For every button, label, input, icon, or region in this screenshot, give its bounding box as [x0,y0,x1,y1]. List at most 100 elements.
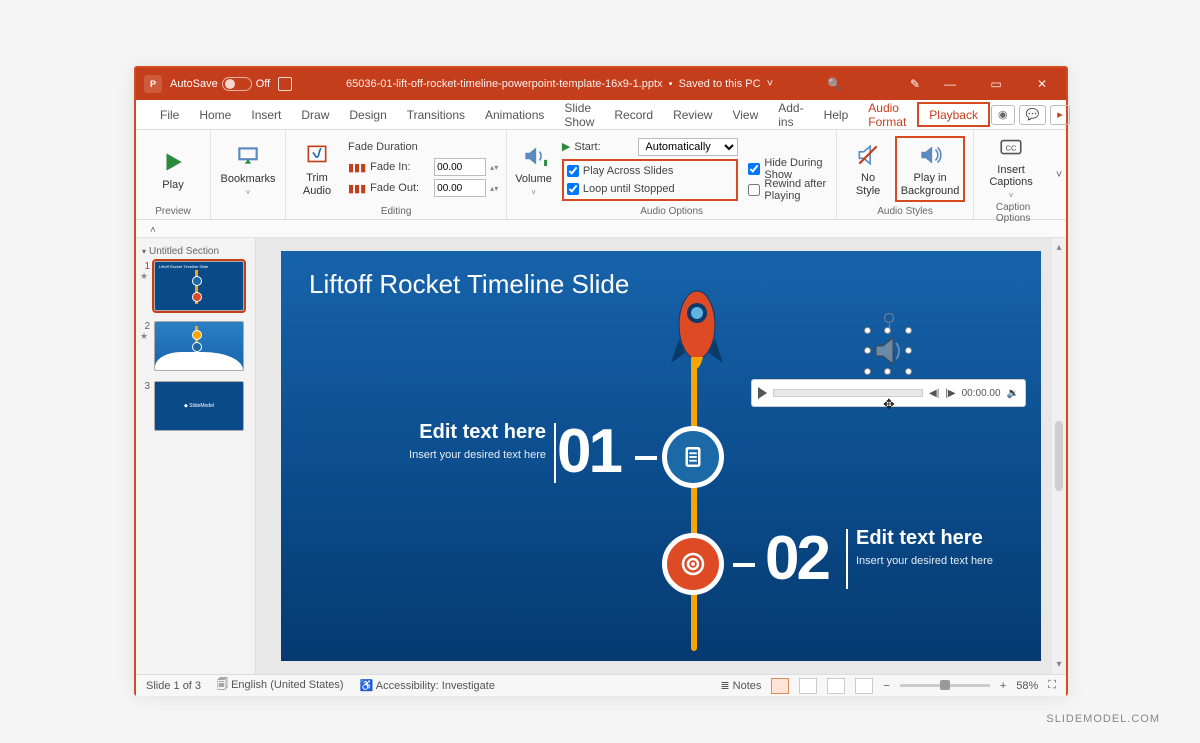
ribbon-collapse-button[interactable]: ˅ [1052,130,1066,219]
tab-design[interactable]: Design [339,100,396,129]
search-icon[interactable]: 🔍 [827,77,842,91]
title-bar: P AutoSave Off 65036-01-lift-off-rocket-… [136,68,1066,100]
play-in-background-icon [916,141,944,169]
rewind-after-playing-checkbox[interactable]: Rewind after Playing [748,181,828,199]
ribbon-tabs: File Home Insert Draw Design Transitions… [136,100,1066,130]
autosave-state: Off [256,78,270,90]
no-style-button[interactable]: No Style [845,136,891,202]
fit-to-window-button[interactable]: ⛶ [1048,679,1056,692]
slide-counter[interactable]: Slide 1 of 3 [146,680,201,692]
camera-mode-button[interactable]: ◉ [991,105,1015,125]
normal-view-button[interactable] [771,678,789,694]
autosave-label: AutoSave [170,78,218,90]
captions-icon: CC [997,134,1025,161]
tab-help[interactable]: Help [814,100,859,129]
start-combo[interactable]: Automatically [638,138,738,156]
powerpoint-icon: P [144,75,162,93]
play-across-slides-checkbox[interactable]: Play Across Slides [567,162,733,180]
thumbnail-2[interactable]: 2 ★ [140,321,251,371]
zoom-level[interactable]: 58% [1016,680,1038,692]
tab-record[interactable]: Record [604,100,663,129]
toggle-switch-icon[interactable] [222,77,252,91]
fade-duration-label: Fade Duration [348,141,498,153]
connector-1 [635,456,657,460]
audio-play-icon[interactable] [758,387,767,399]
share-button[interactable]: ▸ [1050,105,1070,125]
accessibility-status[interactable]: ♿ Accessibility: Investigate [360,679,495,692]
trim-audio-button[interactable]: Trim Audio [294,136,340,202]
fade-in-colorbar-icon: ▮▮▮ [348,161,366,174]
vertical-scrollbar[interactable]: ▴ ▾ [1052,238,1066,674]
tab-playback[interactable]: Playback [917,102,990,127]
group-audio-styles: No Style Play in Background Audio Styles [837,130,974,219]
group-bookmarks: Bookmarks ˅ [211,130,286,219]
svg-text:CC: CC [1006,144,1017,153]
trim-audio-icon [303,141,331,169]
ribbon-display-options[interactable]: ˅ [136,220,1066,238]
tab-addins[interactable]: Add-ins [768,100,813,129]
play-in-background-button[interactable]: Play in Background [895,136,965,202]
hide-during-show-checkbox[interactable]: Hide During Show [748,160,828,178]
restore-button[interactable]: ▭ [980,70,1012,98]
audio-prev-icon[interactable]: ◀| [929,388,939,399]
watermark: SLIDEMODEL.COM [1046,713,1160,725]
number-02[interactable]: 02 [765,523,828,594]
volume-icon: ▮ [520,142,548,170]
close-button[interactable]: ✕ [1026,70,1058,98]
audio-volume-icon[interactable]: 🔉 [1007,388,1019,399]
save-icon[interactable] [278,77,292,91]
tab-review[interactable]: Review [663,100,722,129]
group-caption-options: CC Insert Captions ˅ Caption Options [974,130,1052,219]
reading-view-button[interactable] [827,678,845,694]
autosave-toggle[interactable]: AutoSave Off [170,77,270,91]
bookmarks-button[interactable]: Bookmarks ˅ [219,136,277,202]
tab-transitions[interactable]: Transitions [397,100,475,129]
zoom-out-button[interactable]: − [883,680,889,692]
loop-until-stopped-checkbox[interactable]: Loop until Stopped [567,180,733,198]
tab-animations[interactable]: Animations [475,100,554,129]
item-2-text[interactable]: Edit text here Insert your desired text … [856,527,1026,568]
audio-object[interactable] [868,331,908,371]
minimize-button[interactable]: — [934,70,966,98]
thumbnail-3[interactable]: 3 ◆ SlideModel [140,381,251,431]
slide-canvas[interactable]: Liftoff Rocket Timeline Slide Edit text [256,238,1066,674]
insert-captions-button[interactable]: CC Insert Captions ˅ [982,134,1040,200]
group-preview: Play Preview [136,130,211,219]
group-editing: Trim Audio Fade Duration ▮▮▮ Fade In: ▴▾… [286,130,507,219]
rocket-icon[interactable] [667,283,727,388]
tab-view[interactable]: View [722,100,768,129]
audio-next-icon[interactable]: |▶ [945,388,955,399]
play-button[interactable]: Play [144,136,202,202]
item-1-text[interactable]: Edit text here Insert your desired text … [376,421,546,462]
language-status[interactable]: 🗐 English (United States) [217,676,344,695]
volume-button[interactable]: ▮ Volume ˅ [515,136,552,202]
fade-in-row: ▮▮▮ Fade In: ▴▾ [348,158,498,176]
zoom-in-button[interactable]: + [1000,680,1006,692]
fade-out-colorbar-icon: ▮▮▮ [348,182,366,195]
comments-button[interactable]: 💬 [1019,105,1047,125]
tab-draw[interactable]: Draw [291,100,339,129]
tab-audio-format[interactable]: Audio Format [858,100,916,129]
play-icon [159,148,187,176]
slide-sorter-view-button[interactable] [799,678,817,694]
rotation-handle[interactable] [884,313,894,323]
pen-icon[interactable]: ✎ [910,77,920,91]
tab-insert[interactable]: Insert [241,100,291,129]
highlighted-options: Play Across Slides Loop until Stopped [562,159,738,201]
slide-title[interactable]: Liftoff Rocket Timeline Slide [309,269,629,300]
fade-out-input[interactable] [434,179,486,197]
fade-in-input[interactable] [434,158,486,176]
tab-slideshow[interactable]: Slide Show [554,100,604,129]
audio-progress[interactable] [773,389,923,397]
notes-button[interactable]: ≣ Notes [720,679,761,692]
node-1-icon[interactable] [662,426,724,488]
connector-2 [733,563,755,567]
tab-file[interactable]: File [150,100,189,129]
zoom-slider[interactable] [900,684,990,687]
node-2-icon[interactable] [662,533,724,595]
number-01[interactable]: 01 [557,416,620,487]
section-header[interactable]: Untitled Section [142,246,249,257]
tab-home[interactable]: Home [189,100,241,129]
slideshow-view-button[interactable] [855,678,873,694]
thumbnail-1[interactable]: 1 ★ Liftoff Rocket Timeline Slide [140,261,251,311]
